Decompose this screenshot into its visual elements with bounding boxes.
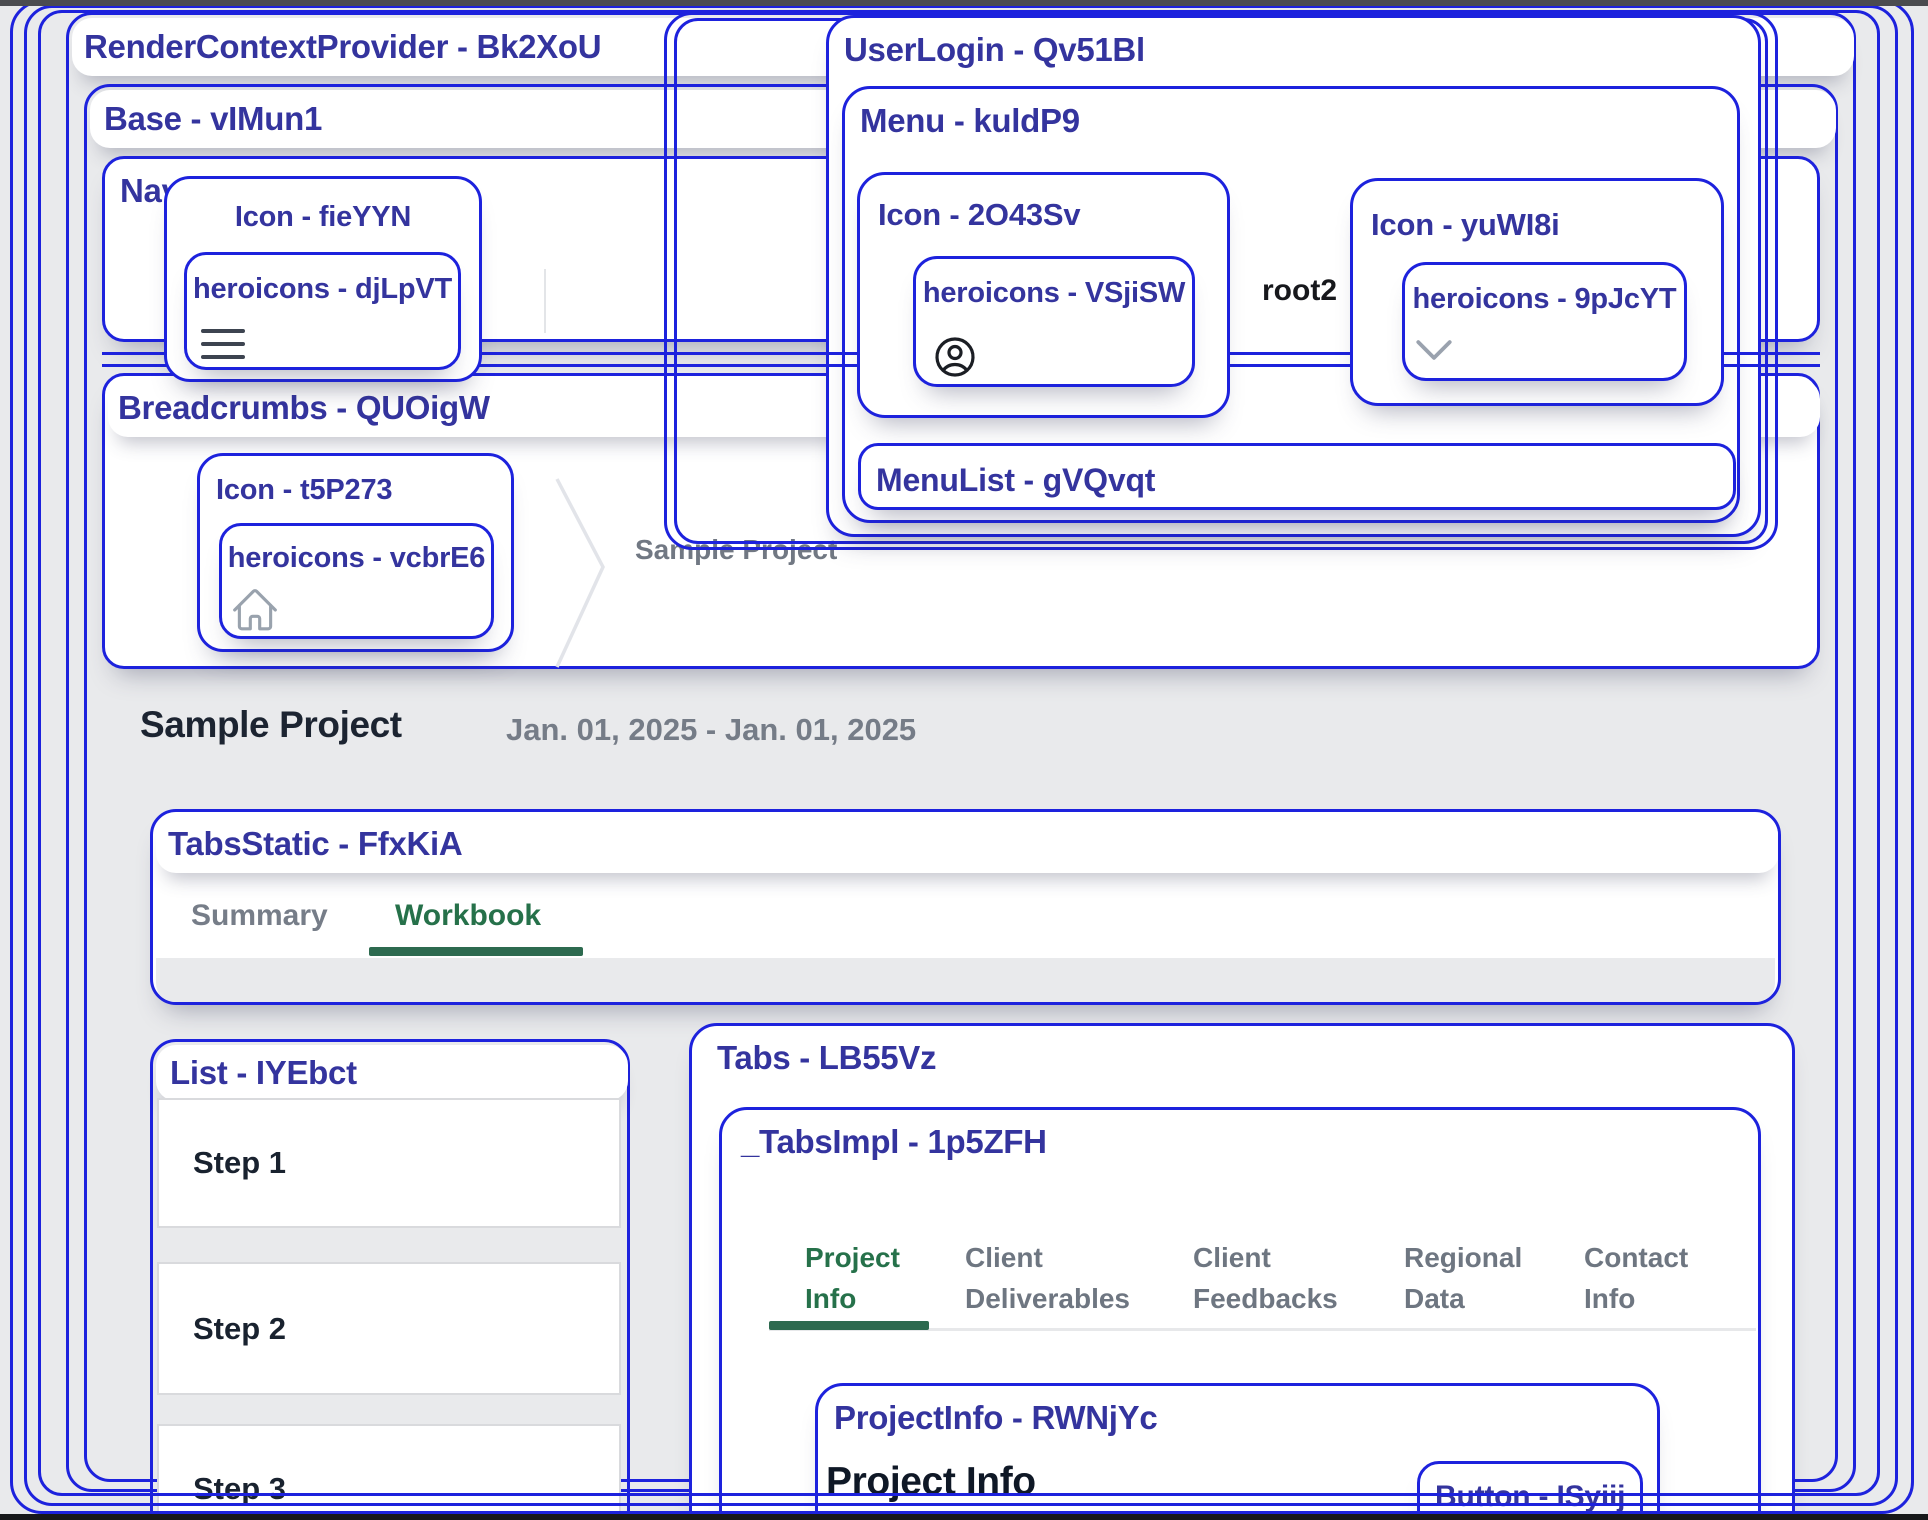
- viewport-top-edge: [0, 0, 1928, 6]
- debug-outline-outer-1: [10, 0, 1914, 1514]
- viewport-bottom-edge: [0, 1514, 1928, 1520]
- screenshot-root: Sample Project Jan. 01, 2025 - Jan. 01, …: [0, 0, 1928, 1520]
